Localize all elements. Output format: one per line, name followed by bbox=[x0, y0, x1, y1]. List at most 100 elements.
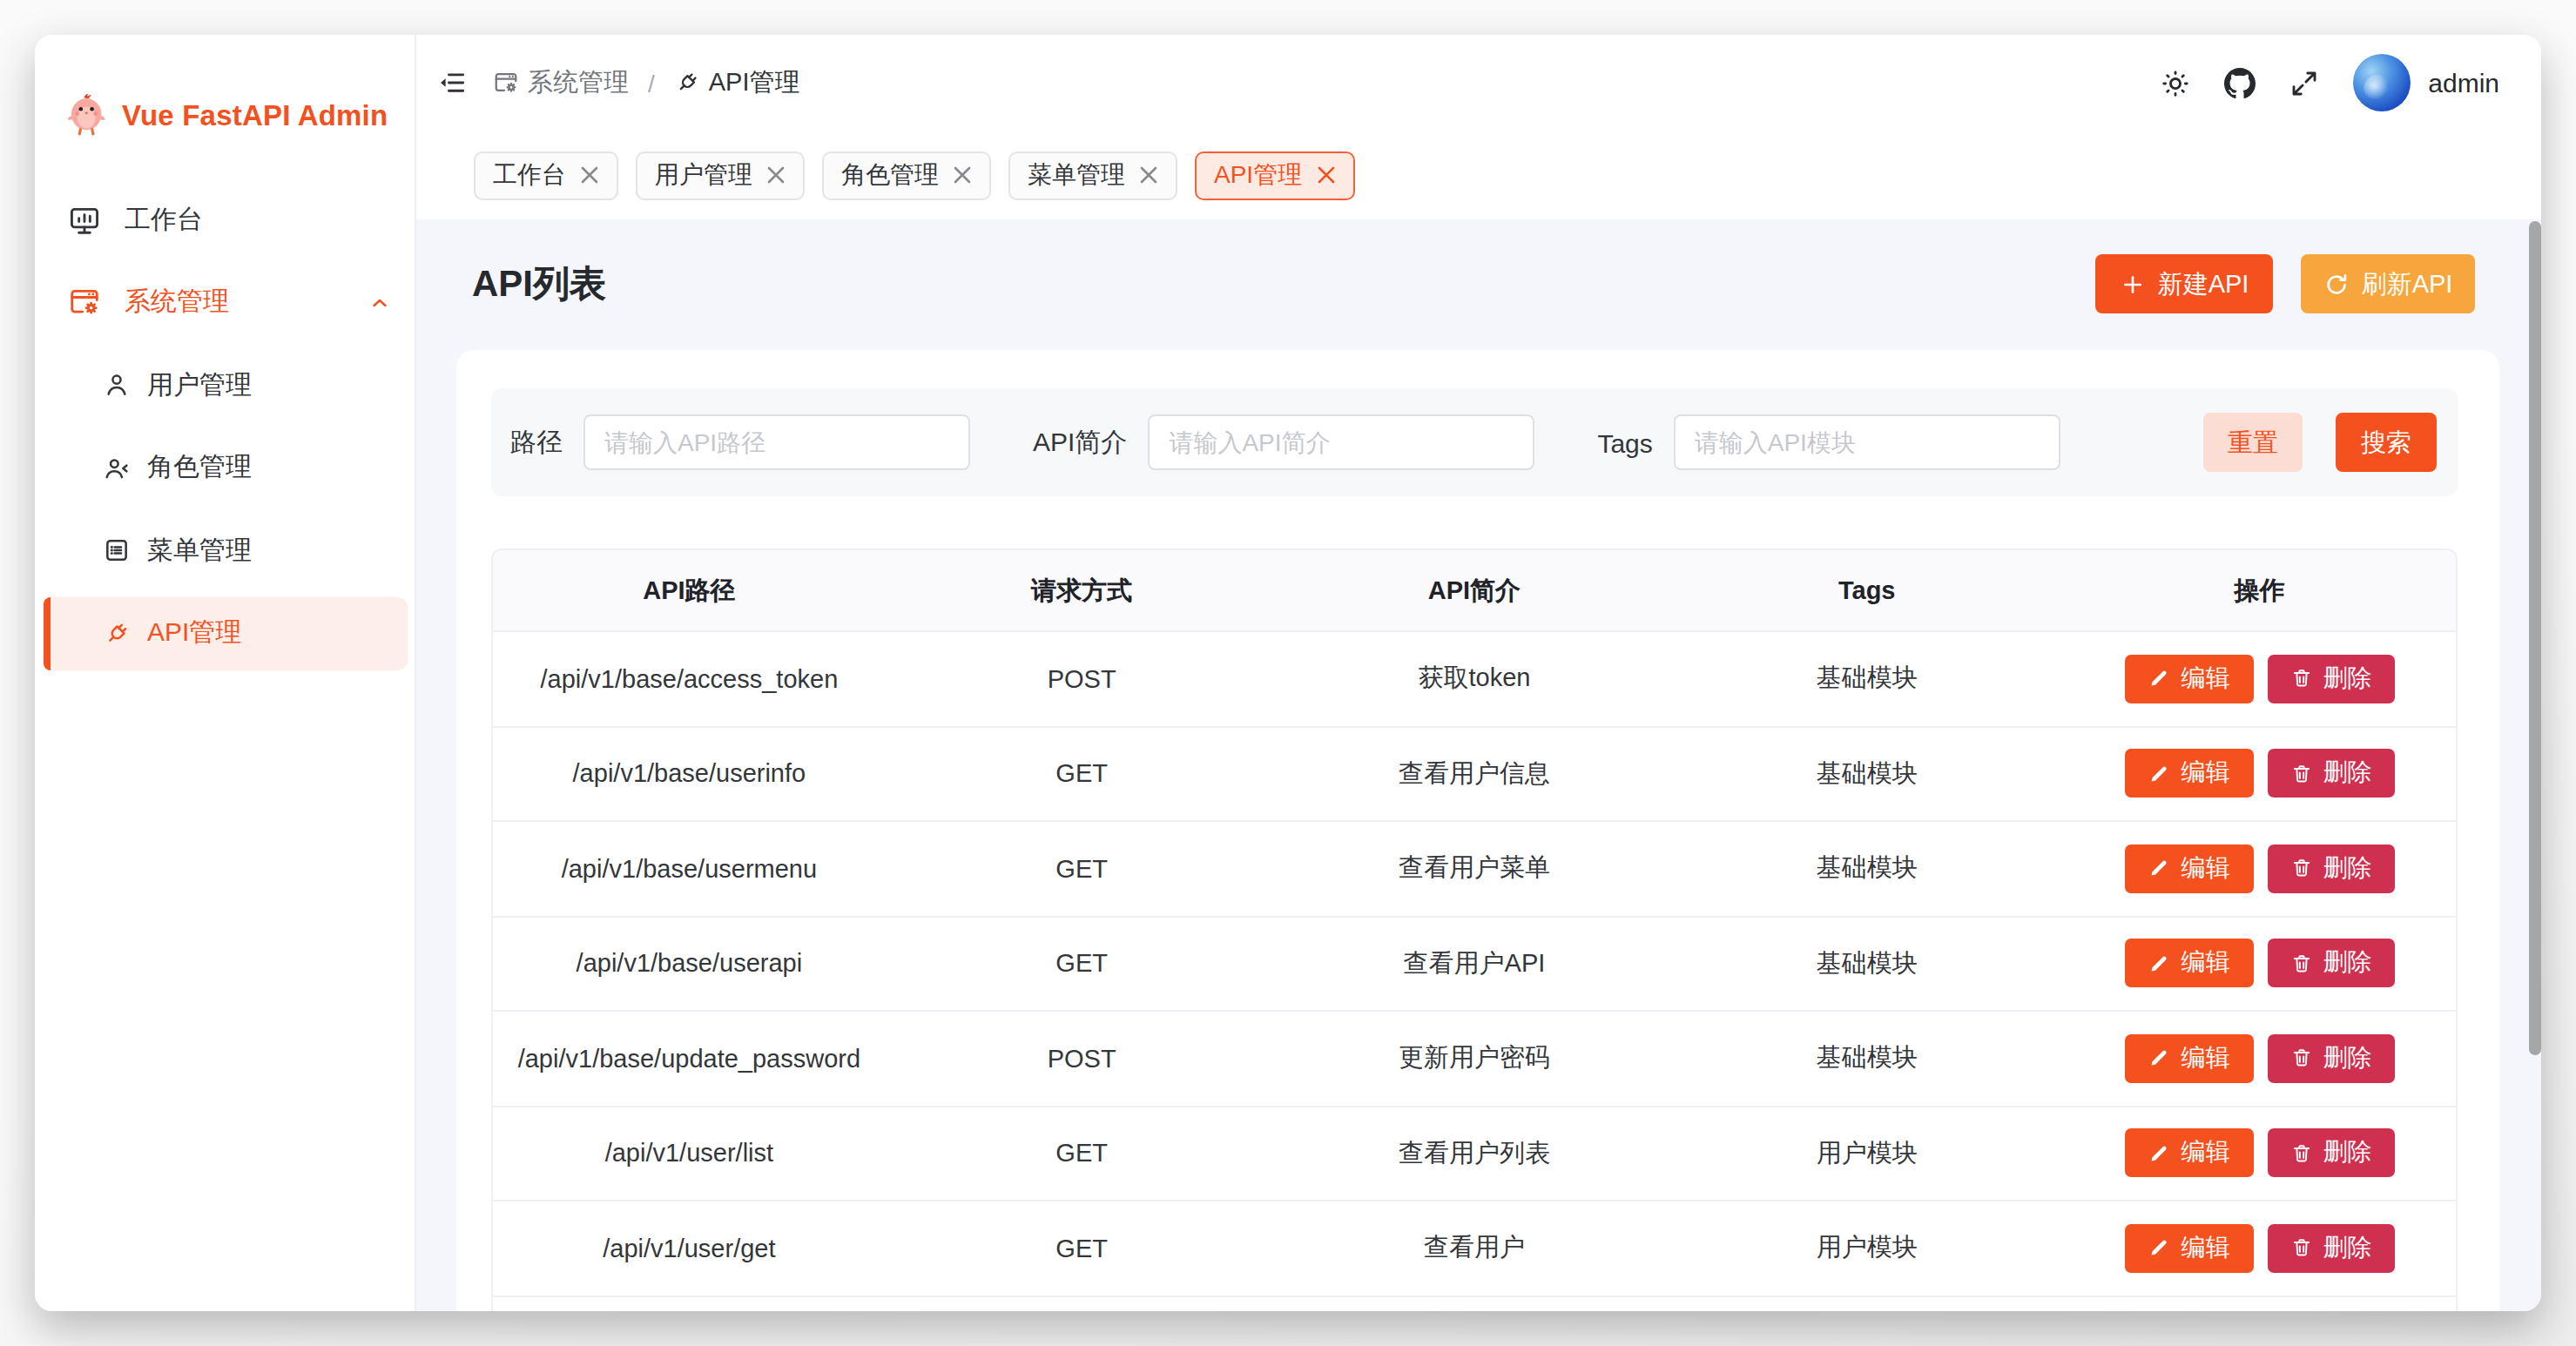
cell-summary: 查看用户 bbox=[1278, 1201, 1671, 1295]
tab-users[interactable]: 用户管理 bbox=[636, 151, 805, 199]
tab-label: 菜单管理 bbox=[1028, 159, 1125, 191]
trash-icon bbox=[2290, 1142, 2313, 1165]
edit-button[interactable]: 编辑 bbox=[2125, 1129, 2254, 1178]
pencil-icon bbox=[2148, 952, 2171, 975]
sidebar-item-users[interactable]: 用户管理 bbox=[43, 348, 408, 421]
summary-input[interactable] bbox=[1148, 414, 1534, 470]
edit-button[interactable]: 编辑 bbox=[2125, 939, 2254, 988]
sidebar-item-label: 系统管理 bbox=[125, 286, 229, 319]
table-row: /api/v1/base/userapi GET 查看用户API 基础模块 编辑… bbox=[493, 915, 2456, 1010]
tab-api[interactable]: API管理 bbox=[1195, 151, 1354, 199]
filter-bar: 路径 API简介 Tags 重置 搜索 bbox=[491, 388, 2458, 496]
sidebar-item-api[interactable]: API管理 bbox=[43, 596, 408, 670]
sidebar-menu: 工作台 系统管理 bbox=[35, 183, 415, 670]
close-icon[interactable] bbox=[580, 165, 599, 185]
table-row: /api/v1/user/get GET 查看用户 用户模块 编辑 删除 bbox=[493, 1200, 2456, 1295]
delete-button[interactable]: 删除 bbox=[2268, 845, 2395, 893]
tab-roles[interactable]: 角色管理 bbox=[822, 151, 991, 199]
api-list-card: 路径 API简介 Tags 重置 搜索 bbox=[456, 350, 2499, 1311]
table-row: /api/v1/user/list GET 查看用户列表 用户模块 编辑 删除 bbox=[493, 1105, 2456, 1200]
cell-tags: 基础模块 bbox=[1670, 917, 2063, 1010]
chick-logo-icon bbox=[66, 92, 108, 138]
table-row-partial bbox=[493, 1295, 2456, 1311]
cell-method: POST bbox=[886, 632, 1278, 725]
pencil-icon bbox=[2148, 668, 2171, 690]
cell-path: /api/v1/user/list bbox=[493, 1107, 886, 1200]
cell-path: /api/v1/base/access_token bbox=[493, 632, 886, 725]
tab-menus[interactable]: 菜单管理 bbox=[1008, 151, 1177, 199]
vertical-scrollbar[interactable] bbox=[2529, 221, 2541, 1055]
app-logo[interactable]: Vue FastAPI Admin bbox=[66, 92, 415, 138]
delete-button[interactable]: 删除 bbox=[2268, 1224, 2395, 1273]
tags-input[interactable] bbox=[1674, 414, 2060, 470]
list-icon bbox=[102, 536, 130, 564]
app-title: Vue FastAPI Admin bbox=[122, 98, 388, 131]
sidebar-item-workbench[interactable]: 工作台 bbox=[43, 183, 408, 256]
avatar bbox=[2353, 54, 2411, 111]
pencil-icon bbox=[2148, 858, 2171, 880]
path-input[interactable] bbox=[583, 414, 970, 470]
close-icon[interactable] bbox=[1139, 165, 1158, 185]
pencil-icon bbox=[2148, 1142, 2171, 1165]
delete-button[interactable]: 删除 bbox=[2268, 1129, 2395, 1178]
trash-icon bbox=[2290, 763, 2313, 785]
cell-method: GET bbox=[886, 1107, 1278, 1200]
table-row: /api/v1/base/access_token POST 获取token 基… bbox=[493, 630, 2456, 725]
sidebar-item-label: 菜单管理 bbox=[147, 534, 252, 567]
trash-icon bbox=[2290, 1237, 2313, 1260]
cell-tags: 用户模块 bbox=[1670, 1201, 2063, 1295]
trash-icon bbox=[2290, 858, 2313, 880]
close-icon[interactable] bbox=[953, 165, 972, 185]
collapse-sidebar-icon[interactable] bbox=[437, 68, 467, 98]
sidebar-item-label: 工作台 bbox=[125, 203, 203, 236]
cell-method: POST bbox=[886, 1012, 1278, 1105]
cell-summary: 查看用户菜单 bbox=[1278, 822, 1671, 915]
tab-workbench[interactable]: 工作台 bbox=[474, 151, 618, 199]
sidebar-item-menus[interactable]: 菜单管理 bbox=[43, 514, 408, 587]
column-header: API简介 bbox=[1278, 550, 1671, 630]
github-icon[interactable] bbox=[2224, 67, 2256, 98]
trash-icon bbox=[2290, 668, 2313, 690]
sidebar-item-system[interactable]: 系统管理 bbox=[43, 266, 408, 339]
edit-button[interactable]: 编辑 bbox=[2125, 655, 2254, 703]
close-icon[interactable] bbox=[766, 165, 786, 185]
sidebar-item-roles[interactable]: 角色管理 bbox=[43, 431, 408, 504]
delete-button[interactable]: 删除 bbox=[2268, 655, 2395, 703]
refresh-api-button[interactable]: 刷新API bbox=[2301, 254, 2475, 313]
cell-tags: 用户模块 bbox=[1670, 1107, 2063, 1200]
edit-button[interactable]: 编辑 bbox=[2125, 1224, 2254, 1273]
cell-path: /api/v1/user/get bbox=[493, 1201, 886, 1295]
create-api-button[interactable]: 新建API bbox=[2095, 254, 2273, 313]
window-gear-icon bbox=[493, 70, 519, 96]
api-table: API路径 请求方式 API简介 Tags 操作 /api/v1/base/ac… bbox=[491, 548, 2458, 1311]
edit-button[interactable]: 编辑 bbox=[2125, 1034, 2254, 1083]
breadcrumb-item-api[interactable]: API管理 bbox=[674, 66, 800, 99]
theme-toggle-sun-icon[interactable] bbox=[2160, 67, 2191, 98]
close-icon[interactable] bbox=[1316, 165, 1335, 185]
plus-icon bbox=[2120, 271, 2146, 297]
delete-button[interactable]: 删除 bbox=[2268, 939, 2395, 988]
user-name: admin bbox=[2428, 68, 2499, 98]
breadcrumb: 系统管理 / API管理 bbox=[493, 66, 800, 99]
tab-label: 用户管理 bbox=[655, 159, 752, 191]
breadcrumb-item-system[interactable]: 系统管理 bbox=[493, 66, 629, 99]
cell-tags: 基础模块 bbox=[1670, 727, 2063, 820]
search-button[interactable]: 搜索 bbox=[2336, 413, 2437, 472]
monitor-icon bbox=[67, 203, 100, 236]
plug-icon bbox=[674, 70, 700, 96]
edit-button[interactable]: 编辑 bbox=[2125, 845, 2254, 893]
user-menu[interactable]: admin bbox=[2353, 54, 2499, 111]
edit-button[interactable]: 编辑 bbox=[2125, 750, 2254, 798]
reset-button[interactable]: 重置 bbox=[2203, 413, 2303, 472]
fullscreen-icon[interactable] bbox=[2289, 67, 2320, 98]
cell-method: GET bbox=[886, 822, 1278, 915]
tags-label: Tags bbox=[1597, 427, 1652, 457]
cell-tags: 基础模块 bbox=[1670, 632, 2063, 725]
delete-button[interactable]: 删除 bbox=[2268, 1034, 2395, 1083]
column-header: API路径 bbox=[493, 550, 886, 630]
cell-summary: 获取token bbox=[1278, 632, 1671, 725]
delete-button[interactable]: 删除 bbox=[2268, 750, 2395, 798]
person-chevron-icon bbox=[102, 454, 130, 481]
desktop-background: Vue FastAPI Admin 工作台 bbox=[0, 0, 2576, 1346]
topbar: 系统管理 / API管理 bbox=[416, 35, 2541, 131]
